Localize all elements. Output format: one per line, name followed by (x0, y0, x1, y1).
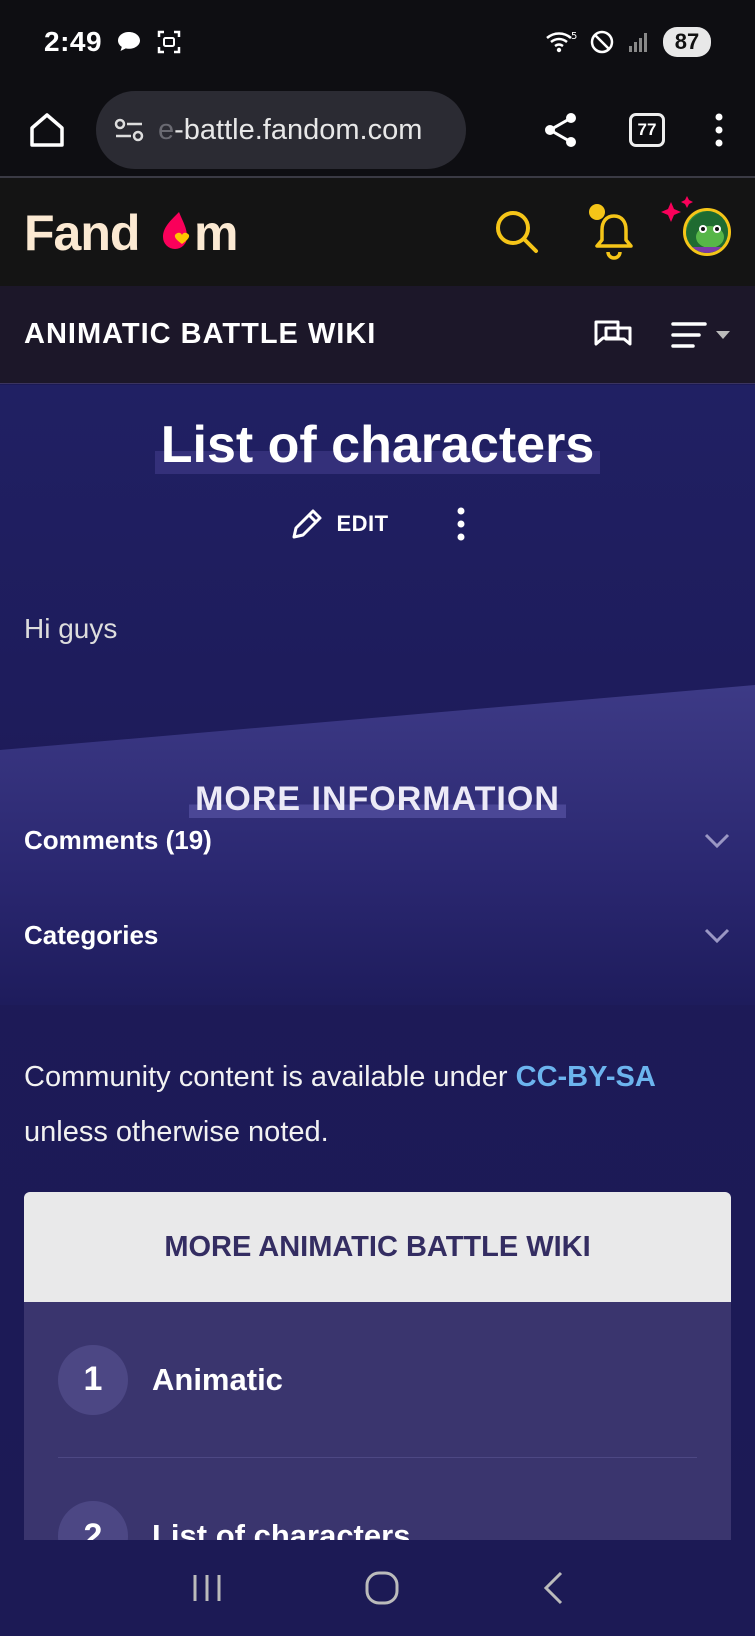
list-item[interactable]: 2 List of characters (58, 1458, 697, 1540)
status-time: 2:49 (44, 26, 103, 57)
more-options-icon[interactable] (713, 112, 725, 148)
signal-icon (629, 33, 647, 52)
avatar[interactable] (683, 208, 731, 256)
search-icon[interactable] (493, 208, 541, 256)
home-icon[interactable] (24, 107, 70, 153)
back-icon[interactable] (541, 1570, 565, 1606)
page-title: List of characters (154, 416, 601, 474)
fandom-logo-image: Fand m (24, 205, 238, 261)
item-label: List of characters (152, 1518, 411, 1540)
categories-accordion[interactable]: Categories (24, 920, 731, 951)
battery-indicator: 87 (663, 27, 711, 57)
page-body-text: Hi guys (24, 613, 118, 644)
edit-label: EDIT (336, 511, 389, 536)
do-not-disturb-icon (590, 30, 614, 54)
system-nav-bar (0, 1540, 755, 1636)
item-number: 1 (58, 1344, 128, 1415)
chat-bubble-icon (118, 32, 141, 51)
wiki-menu-button[interactable] (671, 320, 731, 350)
pencil-icon (292, 509, 322, 539)
fandom-header: Fand m (0, 178, 755, 286)
edit-button[interactable]: EDIT (288, 505, 388, 543)
screenshot-icon (157, 30, 181, 54)
page-content: List of characters EDIT Hi guys MORE INF… (0, 385, 755, 1540)
item-label: Animatic (152, 1361, 283, 1397)
page-title-wrap: List of characters (0, 415, 755, 475)
browser-toolbar: e-battle.fandom.com 77 (0, 84, 755, 178)
item-number: 2 (58, 1501, 128, 1540)
tab-switcher-button[interactable]: 77 (629, 113, 665, 147)
chevron-down-icon (704, 833, 730, 848)
discussions-icon[interactable] (593, 316, 633, 354)
more-info-heading-wrap: MORE INFORMATION (0, 780, 755, 819)
svg-text:m: m (194, 205, 237, 261)
user-menu[interactable] (661, 196, 731, 256)
home-nav-icon[interactable] (364, 1570, 400, 1606)
comments-label: Comments (19) (24, 825, 212, 855)
address-bar[interactable]: e-battle.fandom.com (96, 91, 466, 169)
recent-apps-icon[interactable] (190, 1573, 224, 1603)
status-bar: 2:49 5 87 (0, 0, 755, 84)
fandom-logo[interactable]: Fand m (24, 202, 254, 262)
svg-text:5: 5 (571, 31, 577, 42)
comments-accordion[interactable]: Comments (19) (24, 825, 731, 856)
page-more-icon[interactable] (455, 506, 467, 542)
chevron-down-icon (704, 928, 730, 943)
wiki-title[interactable]: ANIMATIC BATTLE WIKI (24, 318, 376, 351)
wiki-header: ANIMATIC BATTLE WIKI (0, 286, 755, 384)
chevron-down-icon (716, 330, 730, 339)
wifi-icon: 5 (546, 31, 577, 53)
license-link[interactable]: CC-BY-SA (516, 1061, 656, 1093)
page-actions: EDIT (0, 505, 755, 543)
svg-text:Fand: Fand (24, 205, 139, 261)
site-settings-icon[interactable] (112, 115, 146, 145)
url-text: e-battle.fandom.com (158, 113, 423, 146)
license-notice: Community content is available under CC-… (24, 1061, 656, 1148)
more-wiki-panel: MORE ANIMATIC BATTLE WIKI 1 Animatic 2 L… (24, 1192, 731, 1540)
categories-label: Categories (24, 920, 159, 950)
share-icon[interactable] (541, 110, 581, 150)
more-info-heading: MORE INFORMATION (189, 780, 566, 818)
list-item[interactable]: 1 Animatic (58, 1302, 697, 1458)
menu-lines-icon (671, 321, 707, 348)
more-wiki-header: MORE ANIMATIC BATTLE WIKI (24, 1192, 731, 1302)
notifications-bell-icon[interactable] (587, 202, 637, 262)
